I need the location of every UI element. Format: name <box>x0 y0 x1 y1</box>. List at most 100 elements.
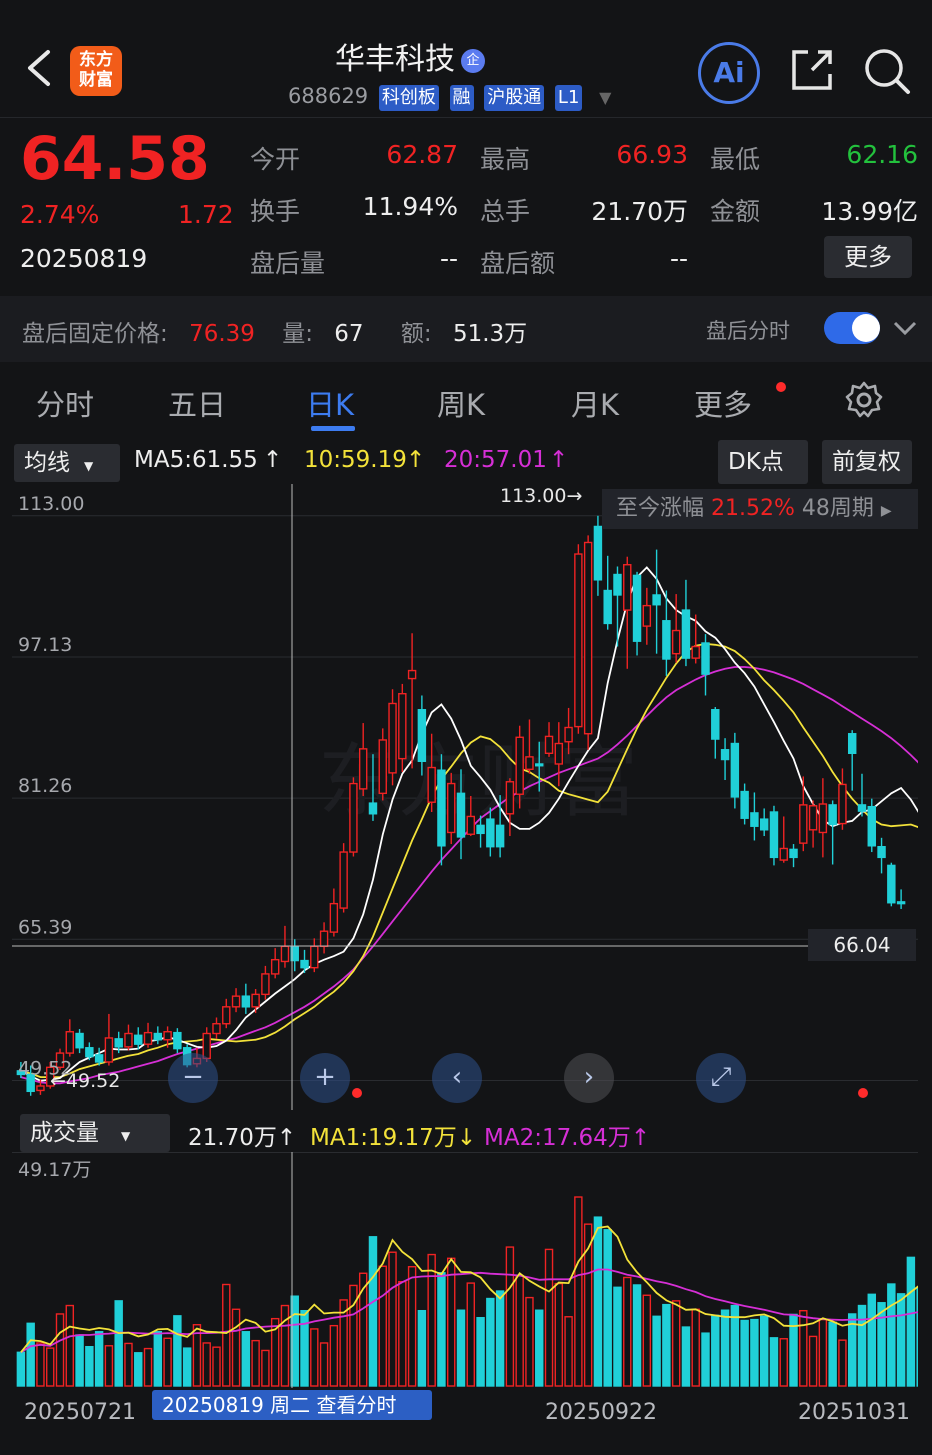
candle-body <box>896 901 906 905</box>
kline-chart[interactable]: 东方财富 113.0097.1381.2665.3949.52 <box>12 484 918 1110</box>
tab-intraday[interactable]: 分时 <box>36 382 94 424</box>
fullscreen-button[interactable]: ⤢ <box>696 1053 746 1103</box>
zoom-out-button[interactable]: − <box>168 1053 218 1103</box>
volume-bar <box>867 1293 876 1387</box>
turnover-value: 11.94% <box>362 192 458 221</box>
candle-body <box>857 804 867 812</box>
zoom-in-dot <box>352 1088 362 1098</box>
tab-monthly-k[interactable]: 月K <box>571 382 619 424</box>
candle-body <box>212 1023 221 1035</box>
volume-bar <box>212 1346 221 1387</box>
candle-body <box>75 1032 84 1049</box>
volume-bar <box>701 1332 710 1387</box>
volume-readout: 21.70万↑ <box>188 1118 296 1152</box>
after-hours-amount-label: 盘后额 <box>480 249 556 278</box>
kline-y-tick-label: 113.00 <box>18 493 84 515</box>
caret-down-icon: ▼ <box>84 459 94 473</box>
turnover-label: 换手 <box>250 197 301 226</box>
volume-bar <box>671 1300 681 1387</box>
volume-bar <box>857 1304 867 1387</box>
volume-bar <box>544 1248 554 1387</box>
low-marker: ←49.52 <box>50 1070 121 1092</box>
eastmoney-logo[interactable]: 东方 财富 <box>70 46 122 96</box>
volume-bar <box>691 1308 700 1387</box>
candle-body <box>691 645 700 659</box>
more-quote-button[interactable]: 更多 <box>824 236 912 278</box>
vol-ma1-value: MA1:19.17万 <box>310 1125 457 1151</box>
volume-bar <box>26 1322 35 1387</box>
kline-y-tick-label: 81.26 <box>18 775 72 797</box>
volume-bar <box>564 1316 573 1387</box>
stock-name: 华丰科技 <box>335 42 455 77</box>
volume-bar <box>300 1309 309 1387</box>
indicator-select[interactable]: 均线 ▼ <box>14 444 120 482</box>
candle-body <box>388 702 397 774</box>
share-icon[interactable] <box>788 46 836 94</box>
chevron-down-icon[interactable] <box>892 318 918 338</box>
settings-gear-icon[interactable] <box>844 380 884 420</box>
notification-dot <box>776 382 786 392</box>
candle-body <box>437 769 446 847</box>
scroll-right-button[interactable]: › <box>564 1053 614 1103</box>
candle-body <box>173 1031 182 1050</box>
candle-body <box>378 739 387 795</box>
after-hours-vol-label: 量: <box>282 321 313 347</box>
volume-readout-value: 21.70万 <box>188 1125 277 1151</box>
dropdown-triangle-icon[interactable]: ▼ <box>599 88 611 107</box>
candle-body <box>476 824 485 835</box>
tab-more[interactable]: 更多 <box>694 382 752 424</box>
after-hours-amount-value: -- <box>669 244 688 273</box>
adjust-select-button[interactable]: 前复权 <box>822 440 912 484</box>
candle-body <box>574 553 583 728</box>
search-icon[interactable] <box>862 46 912 96</box>
candle-body <box>427 766 436 803</box>
period-change-box[interactable]: 至今涨幅 21.52% 48周期 ▶ <box>602 489 918 529</box>
kline-y-tick-label: 65.39 <box>18 916 72 938</box>
candle-body <box>417 709 427 763</box>
top-navigation-bar: 东方 财富 华丰科技企 688629 科创板 融 沪股通 L1 ▼ Ai <box>0 0 932 118</box>
view-intraday-bubble[interactable]: 20250819 周二 查看分时 <box>152 1390 432 1420</box>
candle-body <box>466 815 476 835</box>
candle-body <box>554 742 564 765</box>
scroll-left-button[interactable]: ‹ <box>432 1053 482 1103</box>
volume-bar <box>720 1309 730 1387</box>
candle-body <box>623 564 632 611</box>
volume-bar <box>779 1338 788 1387</box>
candle-body <box>730 742 740 798</box>
vol-ma2-arrow-icon: ↑ <box>630 1125 651 1151</box>
candle-body <box>632 574 642 642</box>
candle-body <box>310 945 319 969</box>
volume-bar <box>505 1246 515 1387</box>
candle-body <box>789 848 798 859</box>
open-label: 今开 <box>250 145 301 174</box>
volume-bar <box>398 1280 407 1387</box>
dk-point-button[interactable]: DK点 <box>718 440 808 484</box>
low-label: 最低 <box>710 145 761 174</box>
tab-weekly-k[interactable]: 周K <box>437 382 485 424</box>
candle-body <box>339 851 348 909</box>
zoom-in-button[interactable]: + <box>300 1053 350 1103</box>
high-marker: 113.00→ <box>500 485 583 507</box>
volume-bar <box>642 1294 652 1387</box>
tab-daily-k[interactable]: 日K <box>306 382 354 424</box>
volume-chart[interactable] <box>12 1152 918 1388</box>
volume-indicator-select[interactable]: 成交量 ▼ <box>20 1114 170 1152</box>
ma10-readout: 10:59.19 <box>304 447 407 473</box>
ai-assistant-button[interactable]: Ai <box>698 42 760 104</box>
volume-bar <box>114 1300 123 1387</box>
ma10-arrow-icon: ↑ <box>406 447 426 473</box>
volume-bar <box>173 1315 182 1387</box>
volume-bar <box>329 1324 339 1387</box>
candle-body <box>525 756 534 771</box>
latest-dot <box>858 1088 868 1098</box>
back-arrow-icon[interactable] <box>22 48 56 88</box>
ma20-readout: 20:57.01 <box>444 447 547 473</box>
volume-bar <box>828 1321 837 1387</box>
tab-five-day[interactable]: 五日 <box>168 382 226 424</box>
volume-label: 总手 <box>480 197 531 226</box>
volume-bar <box>662 1303 671 1387</box>
volume-value: 21.70万 <box>591 197 688 226</box>
ma5-arrow-icon: ↑ <box>263 447 283 473</box>
stock-title[interactable]: 华丰科技企 <box>260 34 560 78</box>
toggle-knob[interactable] <box>852 314 880 342</box>
